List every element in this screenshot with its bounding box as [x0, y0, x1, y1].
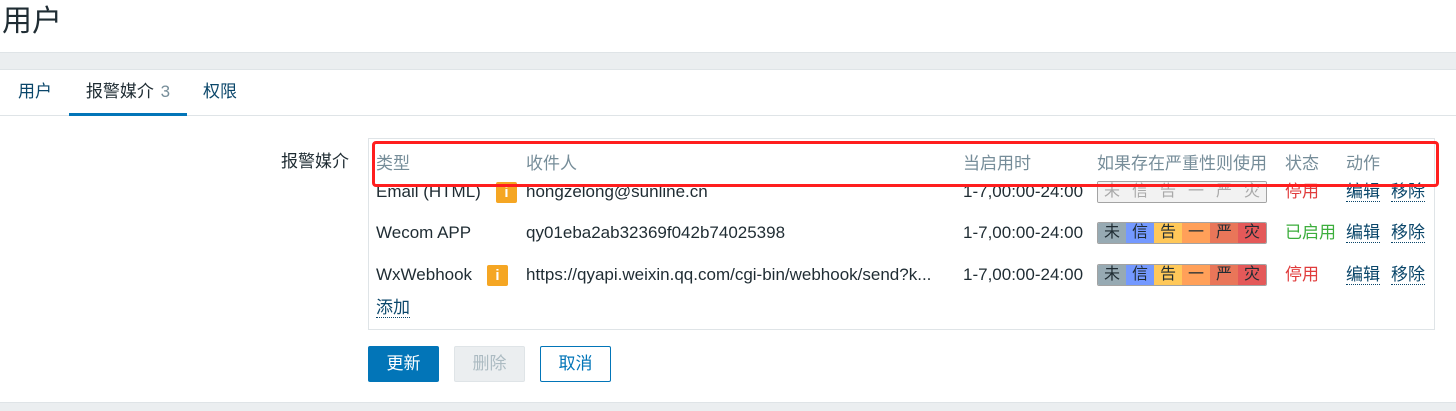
severity-not-classified: 未 — [1098, 265, 1126, 285]
page-title: 用户 — [2, 5, 62, 38]
tab-user[interactable]: 用户 — [17, 70, 53, 116]
severity-high: 严 — [1210, 265, 1238, 285]
row2-edit-link[interactable]: 编辑 — [1346, 223, 1380, 243]
row3-status[interactable]: 停用 — [1285, 264, 1319, 286]
row2-status[interactable]: 已启用 — [1285, 222, 1336, 244]
tab-media-count: 3 — [160, 82, 171, 101]
severity-average: 一 — [1182, 223, 1210, 243]
delete-button: 删除 — [454, 346, 525, 382]
severity-information: 信 — [1126, 265, 1154, 285]
severity-high: 严 — [1210, 223, 1238, 243]
severity-warning: 告 — [1154, 265, 1182, 285]
row3-edit-link[interactable]: 编辑 — [1346, 265, 1380, 285]
update-button[interactable]: 更新 — [368, 346, 439, 382]
row2-recipient: qy01eba2ab32369f042b74025398 — [526, 223, 786, 242]
tab-permissions-label: 权限 — [203, 82, 237, 101]
severity-information: 信 — [1126, 223, 1154, 243]
severity-disaster: 灾 — [1238, 265, 1266, 285]
severity-average: 一 — [1182, 265, 1210, 285]
severity-not-classified: 未 — [1098, 223, 1126, 243]
cancel-button[interactable]: 取消 — [540, 346, 611, 382]
user-form-card: 用户 报警媒介 3 权限 报警媒介 类型 收件人 当启用时 如果存在严重性则使用… — [0, 69, 1456, 403]
row3-recipient: https://qyapi.weixin.qq.com/cgi-bin/webh… — [526, 265, 932, 284]
highlight-box — [372, 141, 1439, 187]
severity-warning: 告 — [1154, 223, 1182, 243]
row3-type: WxWebhook — [376, 265, 473, 284]
row3-remove-link[interactable]: 移除 — [1391, 265, 1425, 285]
row3-when-active: 1-7,00:00-24:00 — [963, 265, 1084, 284]
tab-bar: 用户 报警媒介 3 权限 — [0, 70, 1456, 116]
page-header: 用户 — [0, 0, 1456, 53]
row2-remove-link[interactable]: 移除 — [1391, 223, 1425, 243]
row2-severity-bar: 未 信 告 一 严 灾 — [1097, 222, 1267, 244]
row2-type: Wecom APP — [376, 223, 472, 242]
severity-disaster: 灾 — [1238, 223, 1266, 243]
media-field-label: 报警媒介 — [281, 152, 349, 171]
tab-media[interactable]: 报警媒介 3 — [69, 70, 187, 116]
info-icon[interactable]: i — [487, 265, 508, 286]
add-media-link[interactable]: 添加 — [376, 298, 410, 318]
tab-user-label: 用户 — [18, 82, 52, 101]
row2-when-active: 1-7,00:00-24:00 — [963, 223, 1084, 242]
tab-permissions[interactable]: 权限 — [202, 70, 238, 116]
row3-severity-bar: 未 信 告 一 严 灾 — [1097, 264, 1267, 286]
tab-media-label: 报警媒介 — [85, 82, 154, 101]
